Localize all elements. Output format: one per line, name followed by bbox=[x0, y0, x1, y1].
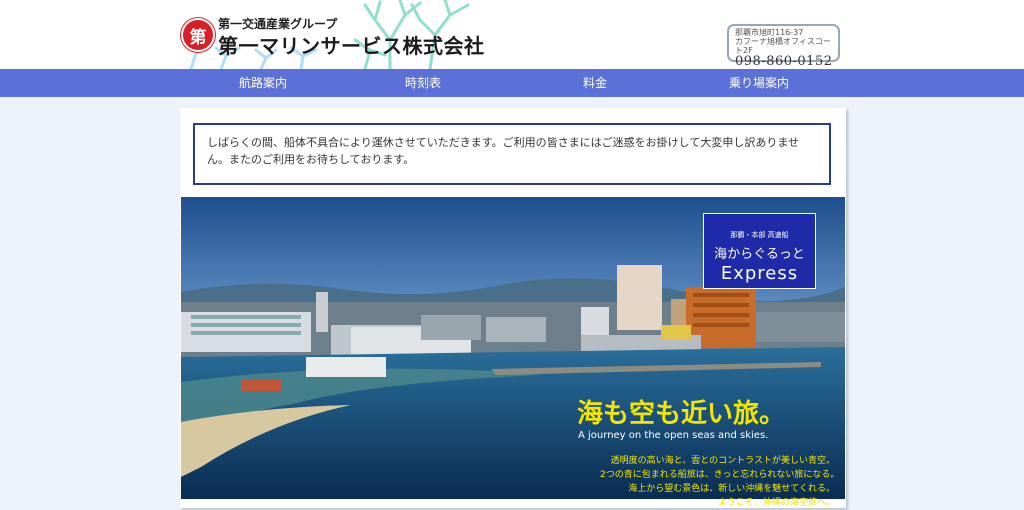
company-logo-mark[interactable]: 第 bbox=[181, 18, 215, 52]
nav-timetable[interactable]: 時刻表 bbox=[363, 69, 483, 97]
service-notice: しばらくの間、船体不具合により運休させていただきます。ご利用の皆さまにはご迷惑を… bbox=[193, 123, 831, 185]
company-name[interactable]: 第一マリンサービス株式会社 bbox=[218, 30, 485, 59]
hero-desc-line: 海上から望む景色は、新しい沖縄を魅せてくれる。 bbox=[628, 484, 835, 494]
hero-desc-line: ようこそ、沖縄の海空旅へ。 bbox=[717, 498, 835, 508]
nav-fares[interactable]: 料金 bbox=[535, 69, 655, 97]
hero-description: 透明度の高い海と、雲とのコントラストが美しい青空。 2つの青に包まれる船旅は、き… bbox=[600, 454, 840, 510]
express-badge[interactable]: 那覇・本部 高速船 海からぐるっと Express bbox=[703, 213, 816, 289]
phone-number[interactable]: 098-860-0152 bbox=[735, 55, 838, 68]
badge-title: 海からぐるっと bbox=[714, 247, 805, 262]
address-line-2: カフーナ旭橋オフィスコート2F bbox=[735, 37, 831, 55]
hero-desc-line: 透明度の高い海と、雲とのコントラストが美しい青空。 bbox=[610, 456, 835, 466]
contact-box: 那覇市旭町116-37 カフーナ旭橋オフィスコート2F 098-860-0152 bbox=[727, 24, 840, 68]
nav-route-info[interactable]: 航路案内 bbox=[203, 69, 323, 97]
badge-subtitle: 那覇・本部 高速船 bbox=[730, 231, 789, 239]
hero-catchphrase-en: A journey on the open seas and skies. bbox=[578, 430, 769, 441]
site-header: 第 第一交通産業グループ 第一マリンサービス株式会社 那覇市旭町116-37 カ… bbox=[0, 0, 1024, 69]
main-nav: 航路案内 時刻表 料金 乗り場案内 bbox=[0, 69, 1024, 97]
hero-desc-line: 2つの青に包まれる船旅は、きっと忘れられない旅になる。 bbox=[600, 470, 840, 480]
nav-boarding-info[interactable]: 乗り場案内 bbox=[699, 69, 819, 97]
hero-catchphrase: 海も空も近い旅。 bbox=[577, 399, 786, 429]
address-line-1: 那覇市旭町116-37 bbox=[735, 28, 804, 37]
badge-express: Express bbox=[720, 263, 799, 284]
